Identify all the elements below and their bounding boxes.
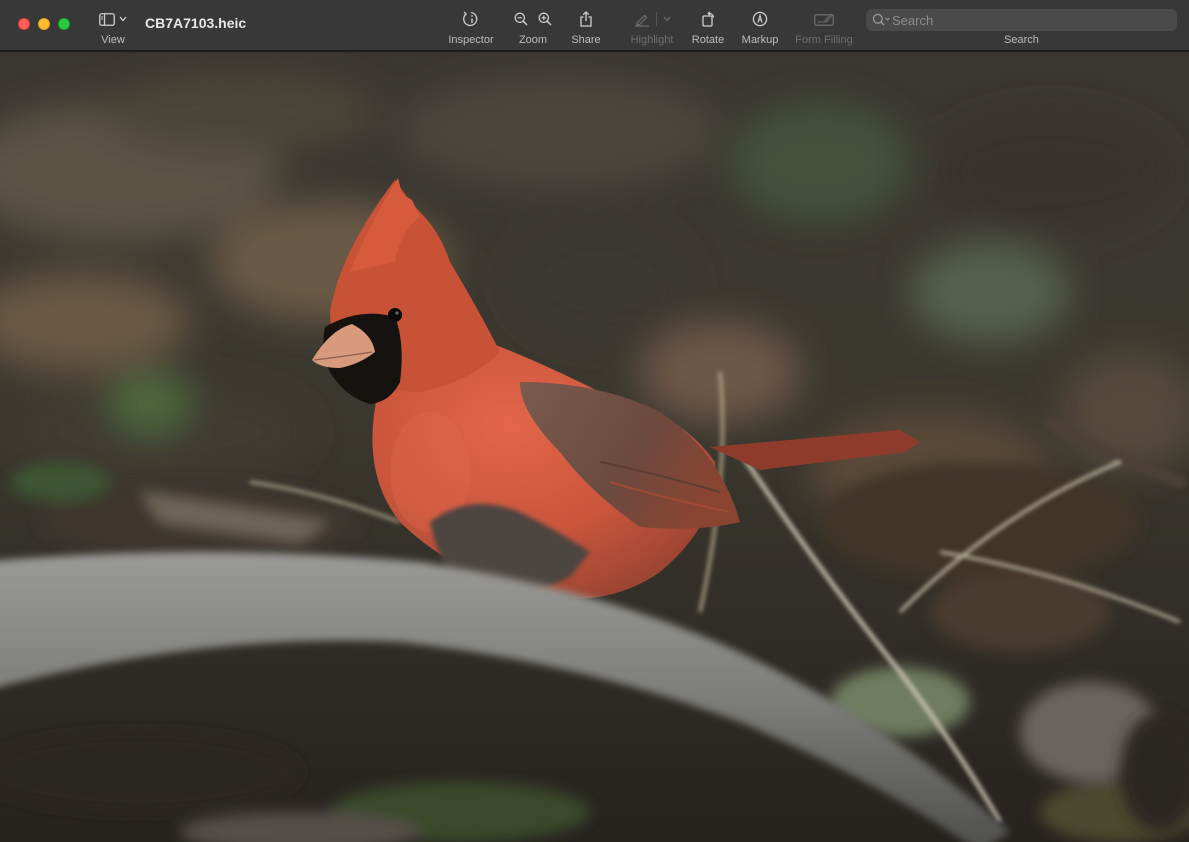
inspector-button[interactable]: Inspector: [444, 0, 498, 51]
close-window-button[interactable]: [18, 18, 30, 30]
search-input[interactable]: [892, 9, 1172, 31]
view-label: View: [101, 34, 125, 46]
info-icon: [463, 11, 478, 27]
markup-label: Markup: [741, 34, 779, 46]
highlight-label: Highlight: [630, 34, 674, 46]
view-button[interactable]: View: [92, 0, 134, 51]
chevron-down-icon: [663, 16, 670, 22]
zoom-out-icon[interactable]: [514, 12, 528, 26]
chevron-down-icon: [119, 16, 127, 22]
rotate-button[interactable]: Rotate: [688, 0, 728, 51]
zoom-control: Zoom: [508, 0, 558, 51]
highlight-button[interactable]: Highlight: [624, 0, 680, 51]
form-filling-icon: [814, 13, 834, 26]
form-filling-label: Form Filling: [795, 34, 853, 46]
minimize-window-button[interactable]: [38, 18, 50, 30]
markup-button[interactable]: Markup: [736, 0, 784, 51]
highlighter-icon: [634, 14, 649, 27]
zoom-in-icon[interactable]: [538, 12, 552, 26]
share-label: Share: [571, 34, 601, 46]
image-canvas[interactable]: [0, 52, 1189, 842]
search-label: Search: [1004, 34, 1039, 46]
cardinal-photo: [0, 52, 1189, 842]
markup-pen-icon: [752, 11, 768, 27]
rotate-icon: [702, 11, 715, 27]
inspector-label: Inspector: [448, 34, 494, 46]
zoom-label: Zoom: [518, 34, 548, 46]
search-field[interactable]: [866, 9, 1177, 31]
share-button[interactable]: Share: [566, 0, 606, 51]
toolbar: View CB7A7103.heic Inspector Zoom Share: [0, 0, 1189, 51]
rotate-label: Rotate: [691, 34, 725, 46]
document-title: CB7A7103.heic: [145, 15, 247, 31]
form-filling-button[interactable]: Form Filling: [790, 0, 858, 51]
sidebar-icon: [99, 12, 127, 26]
magnifier-icon: [872, 13, 890, 26]
preview-window: View CB7A7103.heic Inspector Zoom Share: [0, 0, 1189, 842]
share-icon: [580, 11, 592, 27]
zoom-window-button[interactable]: [58, 18, 70, 30]
